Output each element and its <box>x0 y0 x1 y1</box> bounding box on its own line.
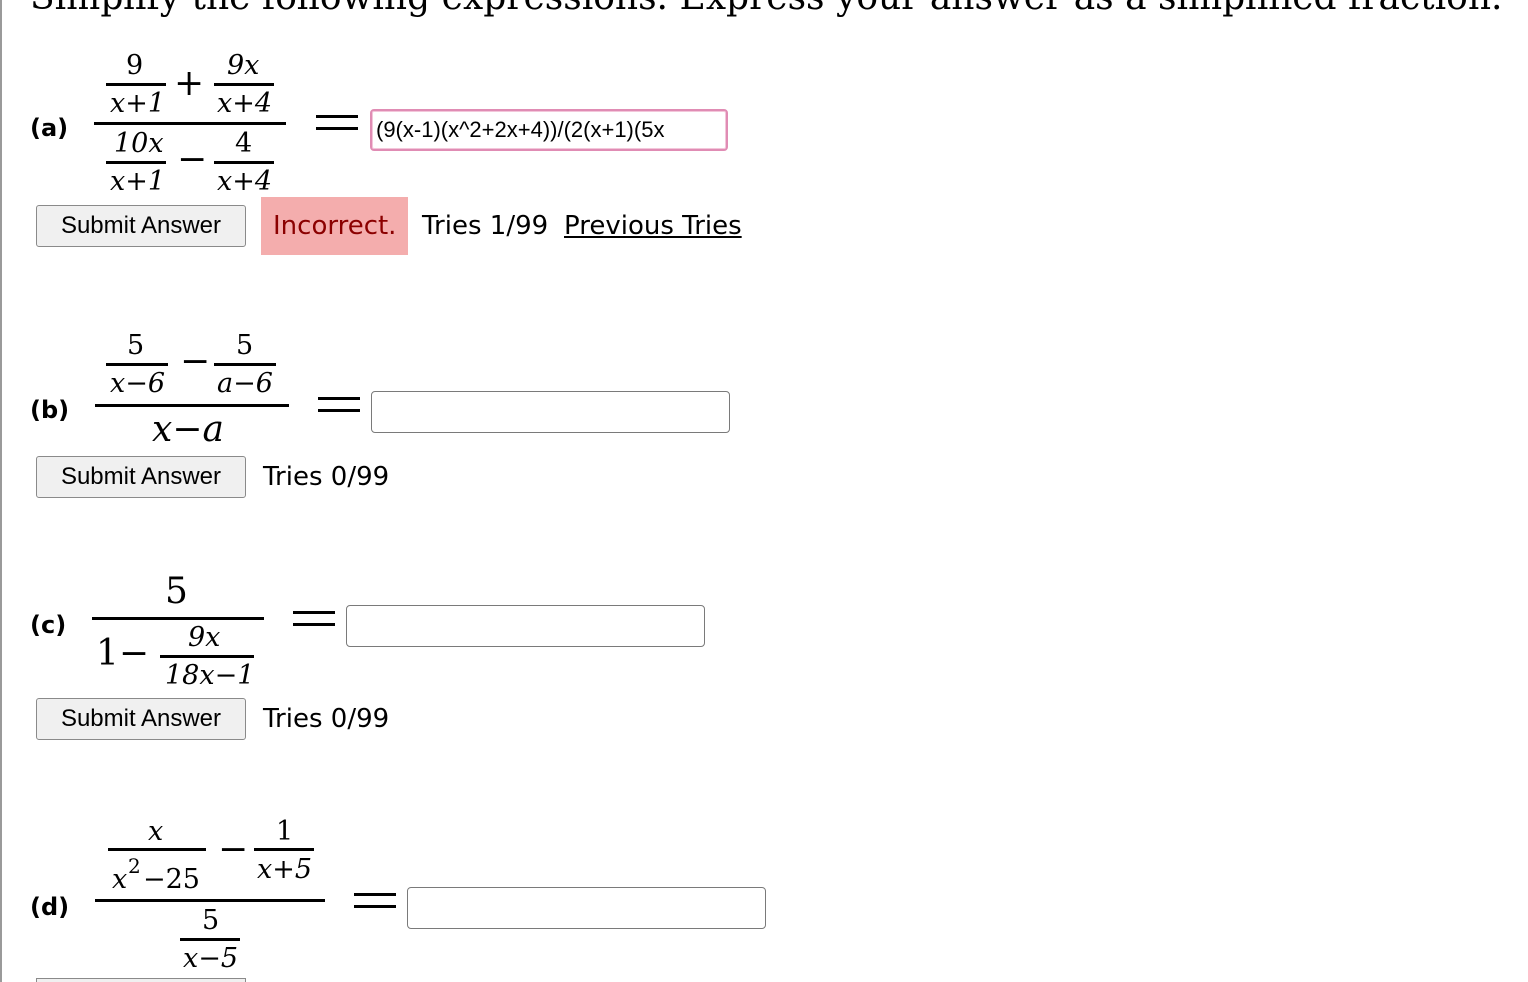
math-num-right-bottom: x+5 <box>257 854 313 885</box>
math-den-lead: 1− <box>96 633 150 674</box>
math-num-left-top: 5 <box>127 330 145 361</box>
main-fraction-bar <box>95 404 289 407</box>
part-label: (b) <box>30 396 70 424</box>
math-den-left-bottom: x+1 <box>110 166 166 197</box>
math-operator-minus: − <box>177 139 208 180</box>
tries-counter: Tries 1/99 <box>422 211 549 241</box>
fraction-bar <box>180 938 240 941</box>
math-den-right-bottom: x+4 <box>217 166 273 197</box>
math-den-left-top: 10x <box>114 128 164 159</box>
submit-answer-button-partial[interactable] <box>36 978 246 982</box>
math-den-bottom: x−5 <box>183 943 239 974</box>
math-num-right-bottom: a−6 <box>217 368 273 399</box>
math-num-right-top: 5 <box>236 330 254 361</box>
main-fraction-bar <box>92 617 264 620</box>
math-den-frac-top: 9x <box>188 622 221 653</box>
answer-input[interactable] <box>346 605 705 647</box>
submit-answer-button[interactable]: Submit Answer <box>36 698 246 740</box>
fraction-bar <box>106 363 168 366</box>
instructions-text: Simplify the following expressions. Expr… <box>30 0 1502 16</box>
math-num-right-bottom: x+4 <box>217 88 273 119</box>
part-label: (d) <box>30 893 70 921</box>
math-numerator: 5 <box>165 571 188 612</box>
tries-counter: Tries 0/99 <box>263 462 390 492</box>
math-num-left-bottom-base: x <box>112 864 128 895</box>
answer-input[interactable] <box>407 887 766 929</box>
tries-counter: Tries 0/99 <box>263 704 390 734</box>
math-num-left-bottom: x+1 <box>110 88 166 119</box>
incorrect-status-badge: Incorrect. <box>261 197 409 255</box>
math-denominator: x−a <box>152 409 224 450</box>
math-num-left-top: x <box>148 816 164 847</box>
math-den-frac-bottom: 18x−1 <box>165 660 255 691</box>
math-operator-minus: − <box>180 341 211 382</box>
submit-answer-button[interactable]: Submit Answer <box>36 205 246 247</box>
fraction-bar <box>214 83 274 86</box>
fraction-bar <box>214 161 274 164</box>
math-num-left-bottom-rest: −25 <box>143 864 200 895</box>
fraction-bar <box>214 363 276 366</box>
fraction-bar <box>106 83 166 86</box>
math-den-top: 5 <box>202 905 220 936</box>
math-num-left-bottom: x−6 <box>110 368 166 399</box>
submit-answer-button[interactable]: Submit Answer <box>36 456 246 498</box>
main-fraction-bar <box>94 122 286 125</box>
math-num-left-top: 9 <box>126 50 144 81</box>
math-exponent: 2 <box>128 854 141 878</box>
fraction-bar <box>106 161 166 164</box>
math-num-right-top: 1 <box>276 816 294 847</box>
part-label: (c) <box>30 611 67 639</box>
part-label: (a) <box>30 114 69 142</box>
answer-input[interactable] <box>370 109 728 151</box>
fraction-bar <box>254 848 314 851</box>
math-operator-minus: − <box>218 829 249 870</box>
fraction-bar <box>160 655 254 658</box>
math-num-right-top: 9x <box>227 50 260 81</box>
math-operator-plus: + <box>174 63 205 104</box>
main-fraction-bar <box>95 899 325 902</box>
math-den-right-top: 4 <box>235 128 253 159</box>
left-border <box>0 0 2 982</box>
answer-input[interactable] <box>371 391 730 433</box>
previous-tries-link[interactable]: Previous Tries <box>564 211 742 241</box>
fraction-bar <box>108 848 206 851</box>
